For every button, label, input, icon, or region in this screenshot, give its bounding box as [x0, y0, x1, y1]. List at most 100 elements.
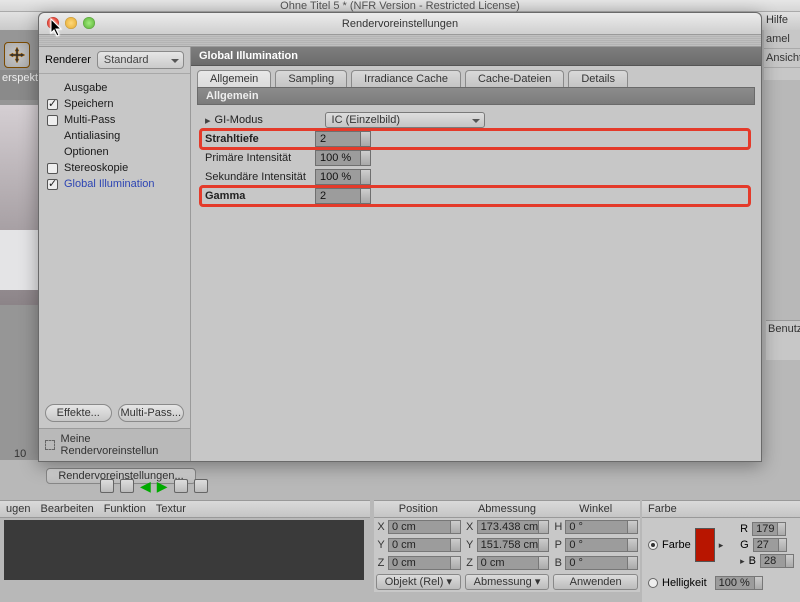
checkbox-icon[interactable]: [47, 163, 58, 174]
window-minimize-icon[interactable]: [65, 17, 77, 29]
spinner-icon[interactable]: [360, 189, 370, 203]
axis-y-label: Y: [374, 539, 388, 551]
tab-sampling[interactable]: Sampling: [275, 70, 347, 87]
tab-textur[interactable]: Textur: [156, 503, 186, 515]
gi-tabbar: Allgemein Sampling Irradiance Cache Cach…: [191, 66, 761, 87]
play-reverse-icon[interactable]: ◀: [140, 480, 151, 492]
right-panel-strip: amel Ansicht: [764, 30, 800, 80]
ang-b-label: B: [551, 557, 565, 569]
disclosure-icon[interactable]: ▸: [205, 114, 211, 127]
color-swatch[interactable]: [695, 528, 715, 562]
pos-x-field[interactable]: 0 cm: [388, 520, 461, 534]
checkbox-icon[interactable]: [47, 115, 58, 126]
dim-z-label: Z: [463, 557, 477, 569]
effects-button[interactable]: Effekte...: [45, 404, 112, 422]
dialog-title: Rendervoreinstellungen: [342, 18, 458, 30]
timeline-frame: 10: [14, 448, 26, 460]
coord-header-angle: Winkel: [551, 501, 640, 517]
next-frame-icon[interactable]: [174, 479, 188, 493]
r-field[interactable]: 179: [752, 522, 786, 536]
tab-details[interactable]: Details: [568, 70, 628, 87]
goto-end-icon[interactable]: [194, 479, 208, 493]
ang-p-field[interactable]: 0 °: [565, 538, 638, 552]
coord-apply-button[interactable]: Anwenden: [553, 574, 638, 590]
spinner-icon[interactable]: [360, 170, 370, 184]
axis-x-label: X: [374, 521, 388, 533]
material-preview: [4, 520, 364, 580]
dim-x-label: X: [463, 521, 477, 533]
param-sekundaere-intensitaet: Sekundäre Intensität 100 %: [205, 168, 747, 186]
tab-erzeugen[interactable]: ugen: [6, 503, 30, 515]
option-global-illumination[interactable]: Global Illumination: [43, 176, 186, 192]
primaer-field[interactable]: 100 %: [315, 150, 371, 166]
color-expand-icon[interactable]: ▸: [719, 540, 724, 551]
strahltiefe-field[interactable]: 2: [315, 131, 371, 147]
param-primaere-intensitaet: Primäre Intensität 100 %: [205, 149, 747, 167]
viewport-ground: [0, 230, 38, 290]
option-speichern[interactable]: Speichern: [43, 96, 186, 112]
checkbox-icon[interactable]: [47, 99, 58, 110]
g-field[interactable]: 27: [753, 538, 787, 552]
spinner-icon[interactable]: [360, 151, 370, 165]
gi-modus-dropdown[interactable]: IC (Einzelbild): [325, 112, 485, 128]
my-render-preset[interactable]: Meine Rendervoreinstellun: [39, 428, 190, 461]
coord-header-position: Position: [374, 501, 463, 517]
preset-icon: [45, 440, 55, 450]
play-forward-icon[interactable]: ▶: [157, 480, 168, 492]
r-label: R: [740, 523, 748, 535]
tab-cache-dateien[interactable]: Cache-Dateien: [465, 70, 564, 87]
tab-funktion[interactable]: Funktion: [104, 503, 146, 515]
attribute-tabs: ugen Bearbeiten Funktion Textur: [0, 500, 370, 518]
dialog-titlebar[interactable]: Rendervoreinstellungen: [39, 13, 761, 35]
rgb-expand-icon[interactable]: ▸: [740, 556, 745, 567]
coord-dim-dropdown[interactable]: Abmessung ▾: [465, 574, 550, 590]
app-titlebar: Ohne Titel 5 * (NFR Version - Restricted…: [0, 0, 800, 12]
option-antialiasing[interactable]: Antialiasing: [43, 128, 186, 144]
sekundaer-field[interactable]: 100 %: [315, 169, 371, 185]
ang-h-label: H: [551, 521, 565, 533]
option-optionen[interactable]: Optionen: [43, 144, 186, 160]
ang-p-label: P: [551, 539, 565, 551]
tab-bearbeiten[interactable]: Bearbeiten: [40, 503, 93, 515]
window-zoom-icon[interactable]: [83, 17, 95, 29]
pos-y-field[interactable]: 0 cm: [388, 538, 461, 552]
gamma-field[interactable]: 2: [315, 188, 371, 204]
ang-b-field[interactable]: 0 °: [565, 556, 638, 570]
spinner-icon[interactable]: [360, 132, 370, 146]
window-close-icon[interactable]: [47, 17, 59, 29]
tab-irradiance-cache[interactable]: Irradiance Cache: [351, 70, 461, 87]
option-stereoskopie[interactable]: Stereoskopie: [43, 160, 186, 176]
option-multipass[interactable]: Multi-Pass: [43, 112, 186, 128]
goto-start-icon[interactable]: [100, 479, 114, 493]
move-tool-icon[interactable]: [4, 42, 30, 68]
coord-mode-dropdown[interactable]: Objekt (Rel) ▾: [376, 574, 461, 590]
prev-frame-icon[interactable]: [120, 479, 134, 493]
checkbox-icon[interactable]: [47, 179, 58, 190]
param-gi-modus: ▸ GI-Modus IC (Einzelbild): [205, 111, 747, 129]
render-options-list: Ausgabe Speichern Multi-Pass Antialiasin…: [39, 74, 190, 398]
coordinates-panel: Position Abmessung Winkel X 0 cm X 173.4…: [374, 500, 640, 592]
renderer-dropdown[interactable]: Standard: [97, 51, 184, 69]
color-radio[interactable]: [648, 540, 658, 550]
axis-z-label: Z: [374, 557, 388, 569]
brightness-field[interactable]: 100 %: [715, 576, 763, 590]
param-gamma: Gamma 2: [205, 187, 747, 205]
option-ausgabe[interactable]: Ausgabe: [43, 80, 186, 96]
brightness-radio[interactable]: [648, 578, 658, 588]
multipass-button[interactable]: Multi-Pass...: [118, 404, 185, 422]
brightness-label: Helligkeit: [662, 577, 707, 589]
section-title: Global Illumination: [191, 47, 761, 66]
color-panel: Farbe Farbe ▸ R179 G27 ▸B28 Helligkeit 1…: [642, 500, 800, 602]
dim-y-label: Y: [463, 539, 477, 551]
dialog-grip[interactable]: [39, 35, 761, 47]
b-field[interactable]: 28: [760, 554, 794, 568]
g-label: G: [740, 539, 749, 551]
dim-y-field[interactable]: 151.758 cm: [477, 538, 550, 552]
pos-z-field[interactable]: 0 cm: [388, 556, 461, 570]
tab-allgemein[interactable]: Allgemein: [197, 70, 271, 87]
dim-x-field[interactable]: 173.438 cm: [477, 520, 550, 534]
subsection-title: Allgemein: [197, 87, 755, 105]
dim-z-field[interactable]: 0 cm: [477, 556, 550, 570]
menu-help[interactable]: Hilfe: [760, 12, 794, 28]
ang-h-field[interactable]: 0 °: [565, 520, 638, 534]
